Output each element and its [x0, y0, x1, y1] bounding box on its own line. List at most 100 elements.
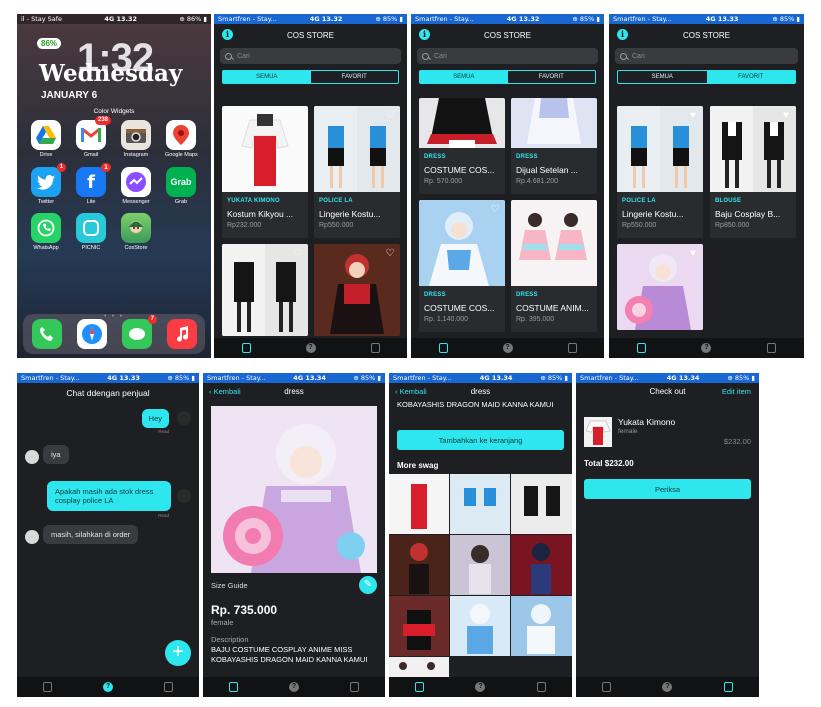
product-image — [511, 98, 597, 148]
tab-semua[interactable]: SEMUA — [618, 71, 707, 83]
nav-shop-icon[interactable] — [601, 682, 611, 692]
tab-semua[interactable]: SEMUA — [420, 71, 508, 83]
info-icon[interactable]: i — [419, 29, 430, 40]
clock-status: 13.33 — [119, 374, 140, 382]
tab-favorit[interactable]: FAVORIT — [311, 71, 399, 83]
nav-shop-icon[interactable] — [438, 343, 448, 353]
product-card[interactable]: ♥ BLOUSE Baju Cosplay B... Rp850.000 — [710, 106, 796, 238]
app-grab[interactable]: Grab Grab — [165, 167, 197, 205]
weekday-widget[interactable]: Wednesday — [39, 60, 182, 87]
tab-semua[interactable]: SEMUA — [223, 71, 311, 83]
edit-icon[interactable]: ✎ — [359, 576, 377, 594]
search-input[interactable]: Cari — [220, 48, 401, 64]
nav-chat-icon[interactable]: ? — [305, 343, 316, 353]
nav-cart-icon[interactable] — [537, 682, 547, 692]
heart-icon[interactable]: ♡ — [293, 111, 303, 121]
info-icon[interactable]: i — [617, 29, 628, 40]
product-card[interactable]: DRESS Dijual Setelan ... Rp.4.681.200 — [511, 98, 597, 194]
nav-shop-icon[interactable] — [241, 343, 251, 353]
nav-cart-icon[interactable] — [567, 343, 577, 353]
nav-chat-icon[interactable]: ? — [475, 682, 486, 692]
dock-safari[interactable] — [76, 319, 108, 349]
app-header: i COS STORE — [411, 24, 604, 46]
app-cosstore[interactable]: CosStore — [120, 213, 152, 251]
nav-cart-icon[interactable] — [767, 343, 777, 353]
heart-icon[interactable]: ♡ — [385, 111, 395, 121]
app-drive[interactable]: Drive — [30, 120, 62, 158]
app-twitter[interactable]: 1 Twitter — [30, 163, 66, 205]
nav-cart-icon[interactable] — [350, 682, 360, 692]
battery-status: ⊕ 85% ▮ — [572, 15, 600, 23]
carrier: Smartfren - Stay... — [415, 15, 474, 23]
product-card[interactable]: ♥ — [617, 244, 703, 330]
nav-chat-icon[interactable]: ? — [701, 343, 712, 353]
app-gmail[interactable]: 238 Gmail — [75, 116, 111, 158]
nav-cart-icon[interactable] — [370, 343, 380, 353]
new-message-button[interactable]: + — [165, 640, 191, 666]
network: 4G — [666, 374, 677, 382]
nav-shop-icon[interactable] — [414, 682, 424, 692]
nav-chat-icon[interactable]: ? — [102, 682, 113, 692]
battery-widget[interactable]: 86% — [37, 38, 62, 49]
back-button[interactable]: ‹ Kembali — [395, 387, 427, 396]
compass-icon — [77, 319, 107, 349]
back-button[interactable]: ‹ Kembali — [209, 387, 241, 396]
product-card[interactable]: ♥ POLICE LA Lingerie Kostu... Rp550.000 — [617, 106, 703, 238]
clock-status: 13.32 — [116, 15, 138, 23]
tab-favorit[interactable]: FAVORIT — [706, 71, 795, 83]
nav-cart-icon[interactable] — [164, 682, 174, 692]
heart-filled-icon[interactable]: ♥ — [688, 249, 698, 259]
edit-item-button[interactable]: Edit item — [722, 387, 751, 396]
info-icon[interactable]: i — [222, 29, 233, 40]
product-image — [211, 406, 377, 573]
product-card[interactable]: ♡ DRESS COSTUME COS... Rp. 1.140.000 — [419, 200, 505, 332]
app-instagram[interactable]: Instagram — [120, 120, 152, 158]
message-sent[interactable]: Hey — [141, 409, 169, 428]
search-icon — [422, 52, 429, 60]
product-card[interactable]: ♡ POLICE LA Lingerie Kostu... Rp550.000 — [314, 106, 400, 238]
tab-bar: SEMUA FAVORIT — [617, 70, 796, 84]
battery-status: ⊕ 85% ▮ — [772, 15, 800, 23]
bird-icon: 1 — [31, 163, 66, 197]
app-label: Twitter — [37, 199, 55, 205]
app-facebook-lite[interactable]: f 1 Lite — [75, 163, 111, 205]
dock-phone[interactable] — [31, 319, 63, 349]
app-google-maps[interactable]: Google Maps — [165, 120, 198, 158]
nav-chat-icon[interactable]: ? — [662, 682, 673, 692]
nav-shop-icon[interactable] — [42, 682, 52, 692]
carrier: il - Stay Safe — [21, 15, 63, 23]
product-card[interactable]: ♡ — [222, 244, 308, 336]
heart-icon[interactable]: ♡ — [490, 205, 500, 215]
nav-chat-icon[interactable]: ? — [502, 343, 513, 353]
checkout-button[interactable]: Periksa — [584, 479, 751, 499]
dock-messages[interactable]: 7 — [121, 315, 157, 349]
nav-chat-icon[interactable]: ? — [288, 682, 299, 692]
tab-favorit[interactable]: FAVORIT — [508, 71, 596, 83]
heart-icon[interactable]: ♡ — [293, 249, 303, 259]
nav-shop-icon[interactable] — [228, 682, 238, 692]
app-messenger[interactable]: Messenger — [120, 167, 152, 205]
product-card[interactable]: DRESS COSTUME COS... Rp. 570.000 — [419, 98, 505, 194]
heart-filled-icon[interactable]: ♥ — [781, 111, 791, 121]
app-whatsapp[interactable]: WhatsApp — [30, 213, 62, 251]
search-input[interactable]: Cari — [615, 48, 798, 64]
dock-music[interactable] — [166, 319, 198, 349]
nav-shop-icon[interactable] — [636, 343, 646, 353]
add-to-cart-button[interactable]: Tambahkan ke keranjang — [397, 430, 564, 450]
product-price: Rp550.000 — [622, 222, 657, 229]
heart-filled-icon[interactable]: ♥ — [688, 111, 698, 121]
nav-cart-icon[interactable] — [724, 682, 734, 692]
message-received[interactable]: iya — [43, 445, 69, 464]
product-card[interactable]: ♡ DRESS COSTUME ANIM... Rp. 395.000 — [511, 200, 597, 332]
network: 4G — [107, 374, 118, 382]
heart-icon[interactable]: ♡ — [582, 205, 592, 215]
battery-level: 85% — [382, 15, 398, 23]
size-guide-link[interactable]: Size Guide — [211, 581, 248, 590]
message-sent[interactable]: Apakah masih ada stok dress cosplay poli… — [47, 481, 171, 511]
app-picnic[interactable]: PICNIC — [75, 213, 107, 251]
product-card[interactable]: ♡ — [314, 244, 400, 336]
heart-icon[interactable]: ♡ — [385, 249, 395, 259]
search-input[interactable]: Cari — [417, 48, 598, 64]
message-received[interactable]: masih, silahkan di order — [43, 525, 139, 544]
product-card[interactable]: ♡ YUKATA KIMONO Kostum Kikyou ... Rp232.… — [222, 106, 308, 238]
